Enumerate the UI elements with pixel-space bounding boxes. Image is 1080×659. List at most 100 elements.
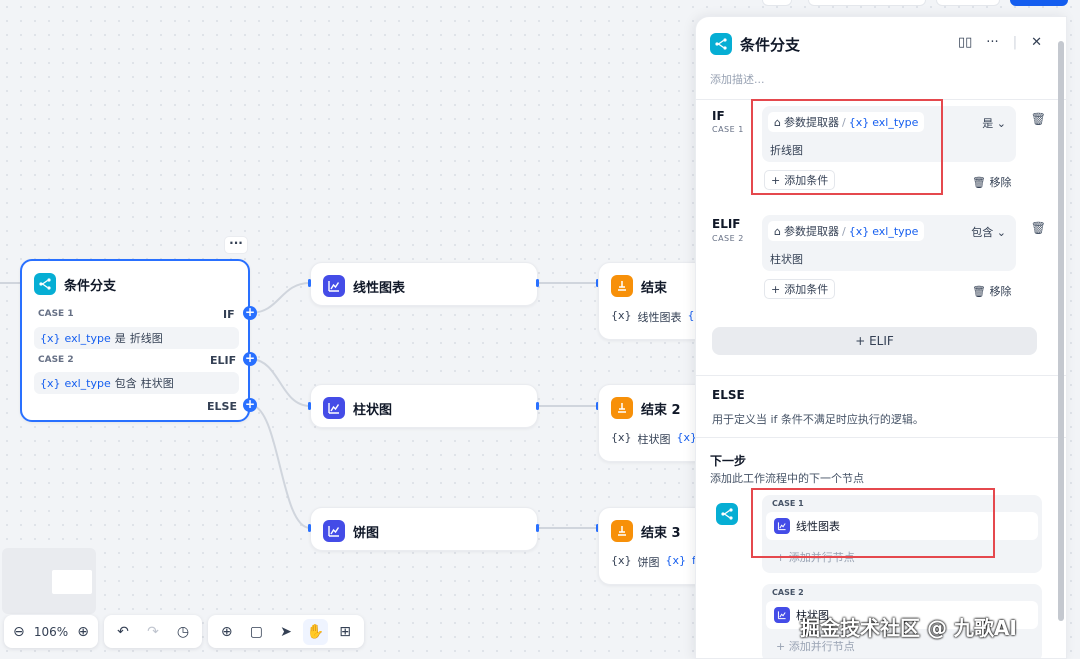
node-output-handle[interactable]	[536, 402, 539, 410]
history-icon[interactable]: ◷	[170, 619, 196, 645]
node-input-handle[interactable]	[308, 524, 311, 532]
next-step-description: 添加此工作流程中的下一个节点	[710, 472, 864, 485]
zoom-in-icon[interactable]: ⊕	[74, 619, 92, 645]
node-output-handle[interactable]	[536, 279, 539, 287]
annotation-highlight	[751, 99, 943, 195]
elif-condition[interactable]: ⌂ 参数提取器 / {x} exl_type 包含 ⌄ 柱状图	[762, 215, 1016, 271]
chart-icon	[774, 607, 790, 623]
end-icon	[611, 397, 633, 419]
add-parallel-label: 添加并行节点	[788, 640, 855, 653]
if-case-label: CASE 1	[712, 125, 744, 134]
description-input[interactable]: 添加描述...	[710, 71, 765, 87]
top-toolbar-button[interactable]	[936, 0, 1000, 6]
current-node-icon	[716, 503, 738, 525]
top-toolbar-button[interactable]	[762, 0, 792, 6]
branch-icon	[716, 503, 738, 525]
divider	[696, 375, 1066, 376]
else-description: 用于定义当 if 条件不满足时应执行的逻辑。	[712, 413, 924, 426]
plus-icon: +	[855, 334, 870, 348]
add-elif-button[interactable]: + ELIF	[712, 327, 1037, 355]
condition-value: 柱状图	[140, 377, 174, 390]
add-node-icon[interactable]: ⊕	[214, 619, 240, 645]
next-step-title: 下一步	[710, 454, 747, 468]
node-input-handle[interactable]	[308, 279, 311, 287]
panel-title[interactable]: 条件分支	[740, 34, 800, 55]
variable-chip[interactable]: ⌂ 参数提取器 / {x} exl_type	[768, 221, 925, 241]
trash-icon[interactable]: 🗑	[1031, 112, 1046, 126]
operator-value: 包含	[971, 226, 994, 239]
node-title: 结束 3	[641, 525, 681, 541]
if-branch-label: IF	[223, 308, 235, 321]
chart-node-pie[interactable]: 饼图	[310, 507, 538, 551]
minimap[interactable]	[2, 548, 96, 614]
redo-icon[interactable]: ↷	[140, 619, 166, 645]
chip-source: 参数提取器	[783, 225, 839, 238]
end-icon	[611, 275, 633, 297]
condition-value: 折线图	[129, 332, 163, 345]
tools-toolbar: ⊕ ▢ ➤ ✋ ⊞	[208, 615, 364, 648]
condition-value-input[interactable]: 柱状图	[770, 251, 803, 267]
panel-scrollbar[interactable]	[1058, 41, 1064, 621]
operator-select[interactable]: 包含 ⌄	[971, 224, 1006, 240]
branch-icon	[34, 273, 56, 295]
node-output-handle[interactable]	[536, 524, 539, 532]
undo-icon[interactable]: ↶	[110, 619, 136, 645]
add-elif-label: ELIF	[869, 334, 894, 348]
node-input-handle[interactable]	[308, 402, 311, 410]
remove-button[interactable]: 🗑 移除	[972, 283, 1011, 299]
zoom-level[interactable]: 106%	[32, 625, 70, 639]
case2-label: CASE 2	[38, 355, 74, 365]
output-text: 线性图表	[637, 311, 682, 324]
plus-icon: +	[776, 640, 789, 653]
publish-button[interactable]	[1010, 0, 1068, 6]
layout-icon[interactable]: ⊞	[332, 619, 358, 645]
variable-icon: {x}	[676, 431, 698, 444]
if-add-button[interactable]: +	[243, 306, 257, 320]
output-text: 柱状图	[637, 433, 671, 446]
divider: |	[1012, 35, 1018, 50]
condition-variable: exl_type	[64, 376, 111, 390]
remove-button[interactable]: 🗑 移除	[972, 174, 1011, 190]
if-else-node[interactable]: 条件分支 CASE 1 IF {x} exl_type 是 折线图 CASE 2…	[20, 259, 250, 422]
node-title: 线性图表	[353, 280, 406, 296]
book-icon[interactable]: ▯▯	[958, 35, 972, 50]
close-icon[interactable]: ✕	[1031, 35, 1042, 50]
variable-icon: {x}	[611, 554, 632, 567]
chip-variable: exl_type	[872, 224, 919, 238]
variable-icon: {x}	[611, 309, 632, 322]
variable-icon: {x}	[665, 554, 687, 567]
chart-node-line[interactable]: 线性图表	[310, 262, 538, 306]
home-icon: ⌂	[774, 224, 781, 238]
case1-condition: {x} exl_type 是 折线图	[34, 327, 239, 349]
chevron-down-icon: ⌄	[996, 226, 1006, 239]
more-icon[interactable]: ···	[986, 35, 998, 50]
chart-icon	[323, 397, 345, 419]
node-more-button[interactable]: ···	[224, 236, 248, 254]
operator-select[interactable]: 是 ⌄	[982, 115, 1006, 131]
add-condition-button[interactable]: + 添加条件	[764, 279, 836, 299]
add-note-icon[interactable]: ▢	[244, 619, 270, 645]
condition-variable: exl_type	[64, 331, 111, 345]
elif-branch-label: ELIF	[210, 354, 237, 367]
top-toolbar-button[interactable]	[808, 0, 926, 6]
operator-value: 是	[982, 117, 994, 130]
minimap-viewport	[52, 570, 92, 594]
trash-icon: 🗑	[972, 176, 986, 189]
chart-node-bar[interactable]: 柱状图	[310, 384, 538, 428]
hand-icon[interactable]: ✋	[302, 618, 329, 645]
variable-icon: {x}	[848, 224, 870, 238]
node-title: 条件分支	[64, 278, 117, 294]
zoom-out-icon[interactable]: ⊖	[10, 619, 28, 645]
remove-label: 移除	[989, 285, 1012, 298]
divider	[696, 437, 1066, 438]
trash-icon[interactable]: 🗑	[1031, 221, 1046, 235]
end-icon	[611, 520, 633, 542]
condition-operator: 是	[114, 332, 126, 345]
elif-add-button[interactable]: +	[243, 352, 257, 366]
chevron-down-icon: ⌄	[996, 117, 1006, 130]
node-title: 饼图	[353, 525, 380, 541]
pointer-icon[interactable]: ➤	[273, 619, 299, 645]
else-add-button[interactable]: +	[243, 398, 257, 412]
annotation-highlight	[751, 488, 995, 558]
plus-icon: +	[771, 282, 781, 296]
